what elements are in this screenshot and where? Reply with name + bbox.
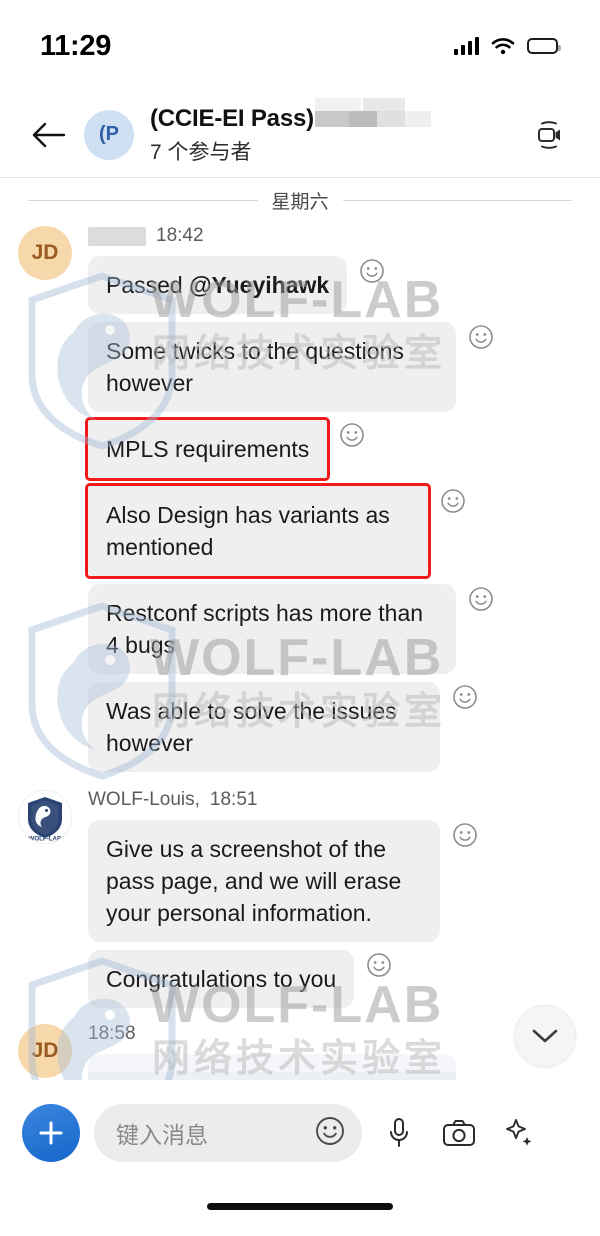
message-row: MPLS requirements bbox=[84, 417, 584, 481]
cellular-signal-icon bbox=[454, 37, 479, 55]
message-row: Some twicks to the questions however bbox=[88, 322, 584, 412]
message-bubble[interactable]: Congratulations to you bbox=[88, 950, 355, 1008]
image-attachment[interactable]: & ion Track Status Lab Survey Reread bbox=[88, 1054, 456, 1080]
day-divider: 星期六 bbox=[0, 180, 600, 220]
smiley-reaction-icon[interactable] bbox=[366, 952, 392, 983]
message-group: JD 18:58 & ion Track Status bbox=[0, 1020, 600, 1080]
microphone-icon bbox=[390, 1118, 408, 1147]
status-bar-icons bbox=[454, 37, 561, 55]
sparkle-ai-icon bbox=[506, 1119, 532, 1146]
avatar[interactable]: JD bbox=[18, 1024, 72, 1078]
chat-header: (P (CCIE-EI Pass) 7 个参与者 bbox=[0, 92, 600, 178]
message-text-prefix: Passed bbox=[106, 272, 190, 298]
status-bar-clock: 11:29 bbox=[40, 29, 112, 62]
participant-count: 7 个参与者 bbox=[150, 140, 252, 164]
message-group: JD 18:42 Passed @Yueyihawk Some twicks t… bbox=[0, 222, 600, 772]
conversation-avatar[interactable]: (P bbox=[84, 109, 134, 160]
divider-line-left bbox=[28, 199, 258, 201]
plus-icon bbox=[39, 1121, 63, 1145]
message-bubble[interactable]: Restconf scripts has more than 4 bugs bbox=[88, 584, 456, 674]
smiley-reaction-icon[interactable] bbox=[339, 422, 365, 453]
add-attachment-button[interactable] bbox=[22, 1104, 80, 1162]
smiley-reaction-icon[interactable] bbox=[440, 488, 466, 519]
avatar[interactable]: WOLF-LAB bbox=[18, 790, 72, 844]
message-input-container[interactable]: 键入消息 bbox=[94, 1104, 362, 1162]
chevron-down-icon bbox=[532, 1029, 558, 1043]
message-bubble-highlighted[interactable]: Also Design has variants as mentioned bbox=[85, 483, 431, 579]
message-meta: 18:42 bbox=[88, 222, 584, 250]
back-button[interactable] bbox=[26, 112, 72, 158]
battery-icon bbox=[527, 38, 561, 54]
message-timestamp: 18:42 bbox=[156, 225, 204, 246]
day-divider-label: 星期六 bbox=[271, 191, 329, 213]
camera-button[interactable] bbox=[436, 1104, 482, 1162]
wolf-shield-logo-icon: WOLF-LAB bbox=[28, 797, 63, 843]
attachment-table: & ion Track Status Lab Survey Reread bbox=[88, 1072, 456, 1080]
avatar-initials: JD bbox=[31, 241, 59, 264]
chat-screen: 11:29 (P (CCIE-EI Pass) 7 个参与者 星期六 JD 18… bbox=[0, 0, 600, 1236]
message-bubble[interactable]: Was able to solve the issues however bbox=[88, 682, 440, 772]
smiley-reaction-icon[interactable] bbox=[359, 258, 385, 289]
title-redaction-block bbox=[314, 97, 433, 136]
message-bubble[interactable]: Passed @Yueyihawk bbox=[88, 256, 348, 314]
message-list[interactable]: JD 18:42 Passed @Yueyihawk Some twicks t… bbox=[0, 218, 600, 1080]
message-row: Also Design has variants as mentioned bbox=[85, 483, 584, 579]
message-bubble[interactable]: Some twicks to the questions however bbox=[88, 322, 456, 412]
avatar-initials: JD bbox=[31, 1039, 59, 1062]
camera-icon bbox=[443, 1120, 475, 1146]
message-mention[interactable]: @Yueyihawk bbox=[189, 272, 329, 298]
message-row: Restconf scripts has more than 4 bugs bbox=[88, 584, 584, 674]
message-row: Passed @Yueyihawk bbox=[88, 256, 584, 314]
sender-name: WOLF-Louis, bbox=[88, 789, 200, 810]
message-bubble[interactable]: Give us a screenshot of the pass page, a… bbox=[88, 820, 440, 942]
svg-text:WOLF-LAB: WOLF-LAB bbox=[29, 836, 63, 843]
message-group: WOLF-LAB WOLF-Louis, 18:51 Give us a scr… bbox=[0, 786, 600, 1008]
smiley-reaction-icon[interactable] bbox=[452, 684, 478, 715]
smiley-reaction-icon[interactable] bbox=[452, 822, 478, 853]
message-bubble-highlighted[interactable]: MPLS requirements bbox=[84, 417, 331, 481]
message-timestamp: 18:51 bbox=[209, 789, 258, 810]
home-indicator bbox=[207, 1203, 393, 1210]
message-row: & ion Track Status Lab Survey Reread bbox=[88, 1054, 584, 1080]
message-row: Was able to solve the issues however bbox=[88, 682, 584, 772]
video-call-button[interactable] bbox=[526, 112, 572, 158]
wifi-icon bbox=[491, 38, 515, 55]
ai-assistant-button[interactable] bbox=[496, 1104, 542, 1162]
message-timestamp: 18:58 bbox=[88, 1023, 136, 1044]
back-arrow-icon bbox=[32, 122, 66, 147]
attachment-top-strip bbox=[88, 1054, 456, 1072]
smiley-reaction-icon[interactable] bbox=[468, 324, 494, 355]
message-row: Give us a screenshot of the pass page, a… bbox=[88, 820, 584, 942]
message-meta: 18:58 bbox=[88, 1020, 584, 1048]
message-composer: 键入消息 bbox=[0, 1080, 600, 1236]
message-meta: WOLF-Louis, 18:51 bbox=[88, 786, 584, 814]
emoji-smiley-icon[interactable] bbox=[314, 1115, 346, 1152]
avatar[interactable]: JD bbox=[18, 226, 72, 280]
message-input[interactable]: 键入消息 bbox=[116, 1116, 304, 1150]
smiley-reaction-icon[interactable] bbox=[468, 586, 494, 617]
video-call-icon bbox=[538, 120, 560, 149]
voice-record-button[interactable] bbox=[376, 1104, 422, 1162]
scroll-to-bottom-button[interactable] bbox=[514, 1005, 576, 1067]
conversation-title: (CCIE-EI Pass) bbox=[150, 104, 314, 132]
sender-name-redaction-block bbox=[88, 226, 146, 246]
message-row: Congratulations to you bbox=[88, 950, 584, 1008]
header-text-block: (CCIE-EI Pass) 7 个参与者 bbox=[150, 97, 526, 166]
divider-line-right bbox=[342, 199, 573, 201]
status-bar: 11:29 bbox=[0, 0, 600, 92]
